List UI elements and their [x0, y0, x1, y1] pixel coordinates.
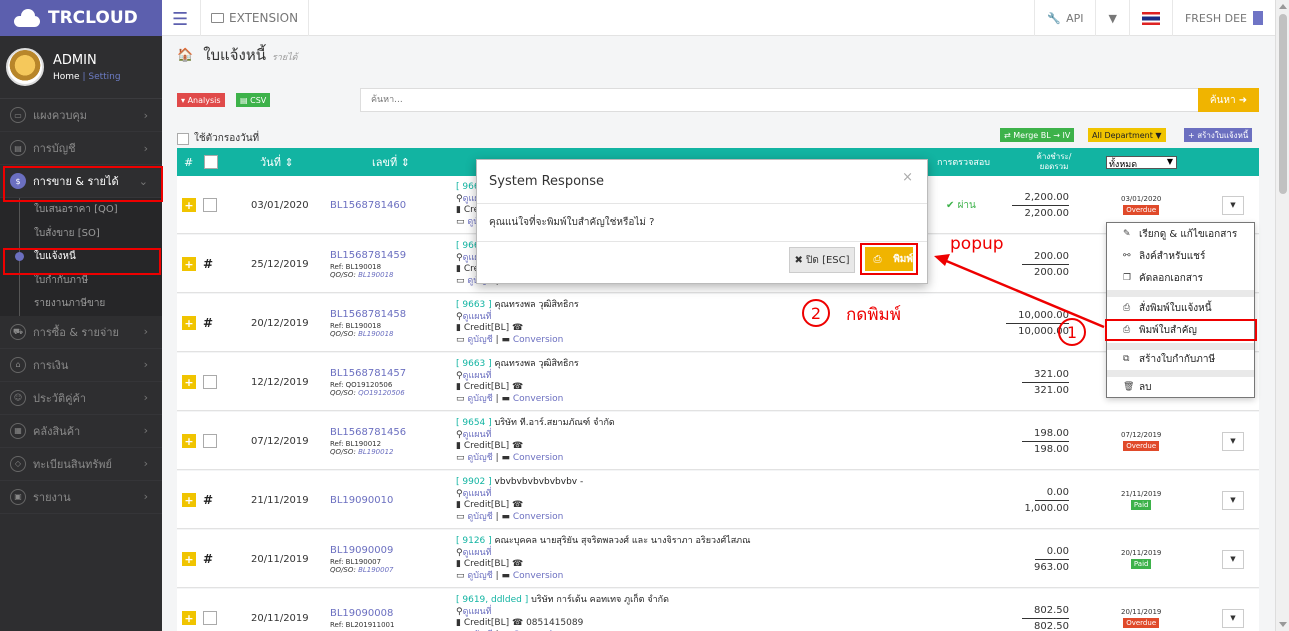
- annotation-arrow: [934, 254, 1105, 329]
- vertical-scrollbar[interactable]: [1275, 0, 1289, 631]
- scroll-up-icon[interactable]: [1279, 4, 1287, 9]
- annotation-step-2-label: กดพิมพ์: [846, 305, 901, 325]
- annotation-step-1-circle: 1: [1058, 318, 1086, 346]
- scrollbar-thumb[interactable]: [1279, 14, 1287, 194]
- annotation-step-2-circle: 2: [802, 299, 830, 327]
- scroll-down-icon[interactable]: [1279, 622, 1287, 627]
- annotation-popup-label: popup: [950, 234, 1004, 254]
